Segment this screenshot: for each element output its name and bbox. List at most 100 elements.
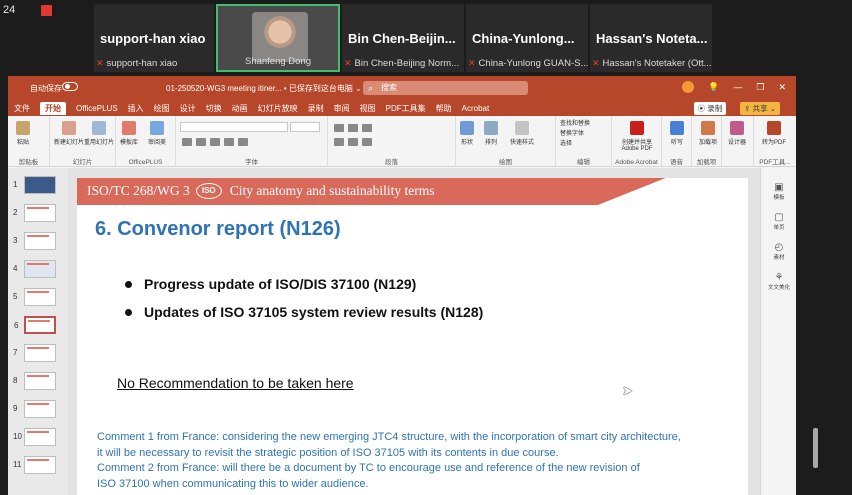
no-recommendation-text[interactable]: No Recommendation to be taken here — [117, 375, 354, 391]
indent-icon[interactable] — [362, 124, 372, 132]
search-box[interactable]: 搜索 — [363, 81, 528, 95]
slide-thumbnail[interactable]: 4 — [13, 260, 56, 278]
tab-design[interactable]: 设计 — [180, 103, 196, 114]
group-label: 段落 — [385, 159, 398, 166]
template-library-button[interactable]: 模板库 — [120, 121, 138, 146]
tab-home[interactable]: 开始 — [40, 101, 66, 115]
slide-thumbnail[interactable]: 5 — [13, 288, 56, 306]
tab-officeplus[interactable]: OfficePLUS — [76, 104, 118, 113]
font-name-combo[interactable] — [180, 122, 288, 132]
slide-canvas[interactable]: ISO/TC 268/WG 3 ISO City anatomy and sus… — [77, 178, 748, 495]
record-button[interactable]: ⦿ 录制 — [693, 102, 727, 115]
bold-icon[interactable] — [182, 138, 192, 146]
text-beautify-pane-button[interactable]: ⚘ 文文美化 — [765, 272, 793, 291]
group-label: PDF工具... — [759, 159, 791, 166]
group-label: 字体 — [245, 159, 258, 166]
ribbon-group-paragraph: 段落 — [328, 116, 456, 167]
underline-icon[interactable] — [210, 138, 220, 146]
strikethrough-icon[interactable] — [224, 138, 234, 146]
participant-tile-support-han-xiao[interactable]: support-han xiao ✕ support-han xiao — [94, 4, 214, 72]
align-center-icon[interactable] — [348, 138, 358, 146]
tab-record[interactable]: 录制 — [308, 103, 324, 114]
addins-button[interactable]: 加载项 — [699, 121, 717, 146]
ribbon-group-officeplus: 模板库 审阅美 OfficePLUS — [116, 116, 176, 167]
slide-thumbnail[interactable]: 10 — [13, 428, 56, 446]
tab-slideshow[interactable]: 幻灯片放映 — [258, 103, 298, 114]
find-replace-button[interactable]: 查找和替换 — [560, 119, 590, 129]
ribbon-group-editing: 查找和替换 替换字体 选择 编辑 — [556, 116, 612, 167]
banner-text: ISO/TC 268/WG 3 ISO City anatomy and sus… — [87, 183, 434, 199]
tab-transitions[interactable]: 切换 — [206, 103, 222, 114]
ribbon-group-font: 字体 — [176, 116, 328, 167]
convert-pdf-button[interactable]: 转为PDF — [762, 121, 786, 146]
powerpoint-window: 自动保存 01-250520-WG3 meeting itiner... • 已… — [8, 76, 818, 495]
reuse-slide-button[interactable]: 重用幻灯片 — [84, 121, 114, 146]
italic-icon[interactable] — [196, 138, 206, 146]
slide-thumbnail[interactable]: 2 — [13, 204, 56, 222]
comment-line: Comment 1 from France: considering the n… — [97, 431, 681, 443]
participant-tile-china-yunlong[interactable]: China-Yunlong... ✕ China-Yunlong GUAN-S..… — [466, 4, 588, 72]
autosave-toggle[interactable] — [62, 82, 78, 91]
replace-font-button[interactable]: 替换字体 — [560, 129, 590, 139]
group-label: 绘图 — [499, 159, 512, 166]
group-label: 语音 — [670, 159, 683, 166]
lightbulb-icon[interactable]: 💡 — [708, 81, 719, 93]
stop-share-icon[interactable] — [41, 5, 52, 16]
create-pdf-button[interactable]: 创建并共享Adobe PDF — [616, 121, 658, 152]
share-button[interactable]: ⇪ 共享 ⌄ — [740, 102, 780, 115]
tab-draw[interactable]: 绘图 — [154, 103, 170, 114]
slide-thumbnail[interactable]: 11 — [13, 456, 56, 474]
designer-button[interactable]: 设计器 — [728, 121, 746, 146]
tab-pdf-tools[interactable]: PDF工具集 — [386, 103, 426, 114]
bullets-icon[interactable] — [334, 124, 344, 132]
font-size-combo[interactable] — [290, 122, 320, 132]
ribbon-group-clipboard: 粘贴 剪贴板 — [8, 116, 50, 167]
participant-tile-shanfeng-dong[interactable]: Shanfeng Dong — [216, 4, 340, 72]
restore-icon[interactable]: ❐ — [756, 81, 764, 93]
acrobat-icon — [630, 121, 644, 135]
minimize-icon[interactable]: — — [733, 81, 742, 93]
tab-acrobat[interactable]: Acrobat — [462, 104, 490, 113]
select-button[interactable]: 选择 — [560, 139, 590, 149]
tab-review[interactable]: 审阅 — [334, 103, 350, 114]
slide-thumbnail-pane: 1 2 3 4 5 6 7 8 9 10 11 — [8, 168, 68, 495]
slide-thumbnail[interactable]: 8 — [13, 372, 56, 390]
numbering-icon[interactable] — [348, 124, 358, 132]
arrange-button[interactable]: 排列 — [484, 121, 498, 146]
tab-insert[interactable]: 插入 — [128, 103, 144, 114]
new-slide-button[interactable]: 新建幻灯片 — [54, 121, 84, 146]
slide-thumbnail[interactable]: 1 — [13, 176, 56, 194]
align-left-icon[interactable] — [334, 138, 344, 146]
bullet-list[interactable]: Progress update of ISO/DIS 37100 (N129) … — [125, 276, 483, 332]
slide-thumbnail[interactable]: 9 — [13, 400, 56, 418]
slide-thumbnail[interactable]: 3 — [13, 232, 56, 250]
tab-animations[interactable]: 动画 — [232, 103, 248, 114]
tab-help[interactable]: 帮助 — [436, 103, 452, 114]
slide-thumbnail[interactable]: 7 — [13, 344, 56, 362]
shapes-button[interactable]: 形状 — [460, 121, 474, 146]
participant-tile-bin-chen[interactable]: Bin Chen-Beijin... ✕ Bin Chen-Beijing Nor… — [342, 4, 464, 72]
align-right-icon[interactable] — [362, 138, 372, 146]
slide-thumbnail-selected[interactable]: 6 — [14, 316, 56, 334]
tab-view[interactable]: 视图 — [360, 103, 376, 114]
dictate-button[interactable]: 听写 — [670, 121, 684, 146]
tab-file[interactable]: 文件 — [14, 103, 30, 114]
document-title[interactable]: 01-250520-WG3 meeting itiner... • 已保存到这台… — [166, 83, 362, 94]
designer-icon — [730, 121, 744, 135]
ribbon-group-designer: 设计器 — [722, 116, 754, 167]
participant-tile-hassans-notetaker[interactable]: Hassan's Noteta... ✕ Hassan's Notetaker (… — [590, 4, 712, 72]
assets-pane-button[interactable]: ◴ 素材 — [765, 242, 793, 261]
vertical-scrollbar[interactable] — [813, 428, 818, 468]
quick-styles-button[interactable]: 快速样式 — [510, 121, 534, 146]
paste-button[interactable]: 粘贴 — [16, 121, 30, 146]
single-page-pane-button[interactable]: ▢ 单页 — [765, 212, 793, 231]
font-color-icon[interactable] — [238, 138, 248, 146]
close-icon[interactable]: ✕ — [778, 81, 786, 93]
account-avatar[interactable] — [682, 81, 695, 93]
participant-label: ✕ Hassan's Notetaker (Ott... — [592, 58, 712, 69]
slide-title[interactable]: 6. Convenor report (N126) — [95, 218, 341, 241]
templates-pane-button[interactable]: ▣ 模板 — [765, 182, 793, 201]
review-beauty-button[interactable]: 审阅美 — [148, 121, 166, 146]
comments-text[interactable]: Comment 1 from France: considering the n… — [97, 430, 737, 492]
autosave-label: 自动保存 — [30, 84, 62, 93]
